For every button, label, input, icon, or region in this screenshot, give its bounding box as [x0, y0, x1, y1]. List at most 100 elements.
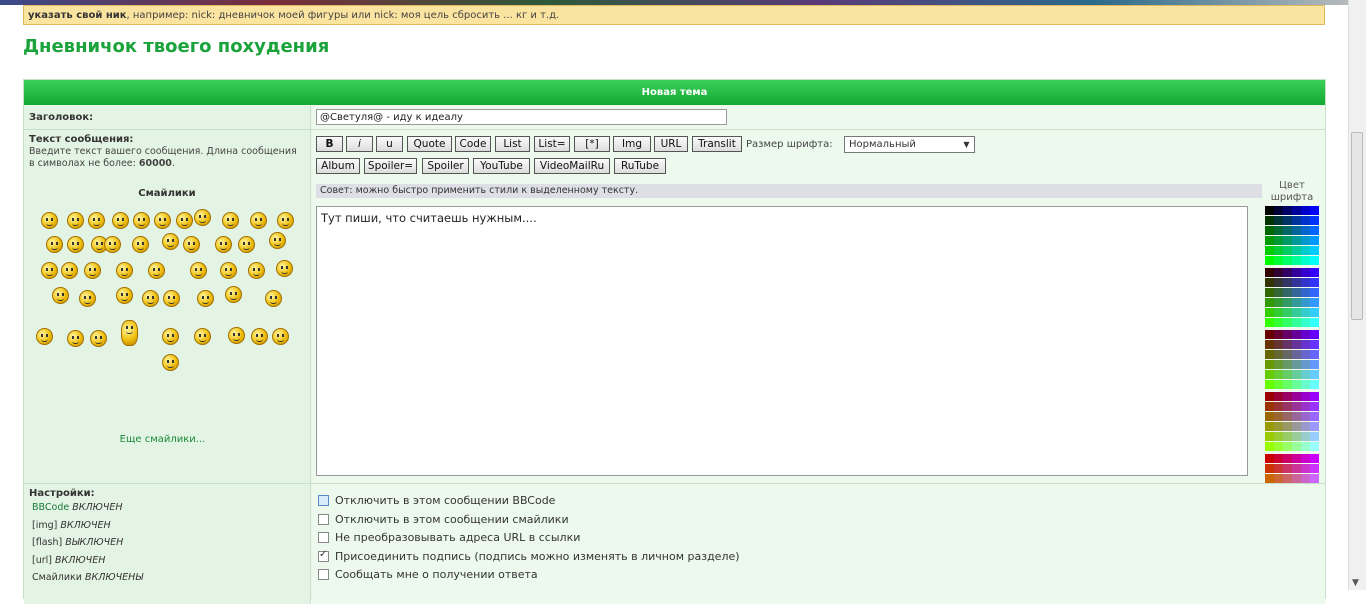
color-swatch[interactable] [1265, 288, 1274, 297]
translit-button[interactable]: Translit [692, 136, 742, 152]
underline-button[interactable]: u [376, 136, 403, 152]
smiley-icon[interactable] [46, 236, 63, 253]
color-swatch[interactable] [1301, 412, 1310, 421]
color-swatch[interactable] [1310, 370, 1319, 379]
color-swatch[interactable] [1265, 226, 1274, 235]
smiley-icon[interactable] [163, 290, 180, 307]
color-swatch[interactable] [1265, 380, 1274, 389]
color-swatch[interactable] [1301, 216, 1310, 225]
color-swatch[interactable] [1265, 422, 1274, 431]
color-swatch[interactable] [1283, 288, 1292, 297]
color-swatch[interactable] [1274, 380, 1283, 389]
color-swatch[interactable] [1292, 464, 1301, 473]
color-swatch[interactable] [1292, 474, 1301, 483]
smiley-icon[interactable] [194, 209, 211, 226]
color-swatch[interactable] [1301, 350, 1310, 359]
color-swatch[interactable] [1265, 236, 1274, 245]
spoiler-title-button[interactable]: Spoiler= [364, 158, 417, 174]
option-checkbox[interactable] [318, 532, 329, 543]
smiley-icon[interactable] [238, 236, 255, 253]
color-swatch[interactable] [1274, 206, 1283, 215]
color-swatch[interactable] [1292, 340, 1301, 349]
message-textarea[interactable]: Тут пиши, что считаешь нужным.... [316, 206, 1248, 476]
smiley-icon[interactable] [148, 262, 165, 279]
album-button[interactable]: Album [316, 158, 360, 174]
more-smileys-link[interactable]: Еще смайлики... [19, 434, 306, 445]
color-swatch[interactable] [1310, 308, 1319, 317]
color-swatch[interactable] [1292, 268, 1301, 277]
color-swatch[interactable] [1301, 432, 1310, 441]
color-swatch[interactable] [1292, 442, 1301, 451]
color-swatch[interactable] [1274, 370, 1283, 379]
smiley-icon[interactable] [194, 328, 211, 345]
color-swatch[interactable] [1292, 432, 1301, 441]
color-swatch[interactable] [1283, 236, 1292, 245]
color-swatch[interactable] [1274, 246, 1283, 255]
color-swatch[interactable] [1292, 236, 1301, 245]
color-swatch[interactable] [1283, 318, 1292, 327]
color-swatch[interactable] [1283, 432, 1292, 441]
color-swatch[interactable] [1301, 392, 1310, 401]
spoiler-button[interactable]: Spoiler [422, 158, 469, 174]
color-swatch[interactable] [1265, 464, 1274, 473]
color-swatch[interactable] [1310, 392, 1319, 401]
scrollbar-thumb[interactable] [1351, 132, 1363, 320]
color-swatch[interactable] [1301, 442, 1310, 451]
smiley-icon[interactable] [116, 287, 133, 304]
color-swatch[interactable] [1283, 308, 1292, 317]
list-button[interactable]: List [495, 136, 530, 152]
smiley-icon[interactable] [225, 286, 242, 303]
smiley-icon[interactable] [250, 212, 267, 229]
color-swatch[interactable] [1301, 206, 1310, 215]
font-size-select[interactable]: Нормальный ▼ [844, 136, 975, 153]
color-swatch[interactable] [1310, 226, 1319, 235]
color-swatch[interactable] [1310, 216, 1319, 225]
color-swatch[interactable] [1274, 278, 1283, 287]
color-swatch[interactable] [1310, 330, 1319, 339]
color-swatch[interactable] [1283, 226, 1292, 235]
smiley-icon[interactable] [67, 212, 84, 229]
color-swatch[interactable] [1292, 298, 1301, 307]
color-swatch[interactable] [1283, 402, 1292, 411]
smiley-icon[interactable] [79, 290, 96, 307]
color-swatch[interactable] [1265, 268, 1274, 277]
color-swatch[interactable] [1283, 370, 1292, 379]
color-swatch[interactable] [1274, 308, 1283, 317]
color-swatch[interactable] [1292, 392, 1301, 401]
smiley-icon[interactable] [61, 262, 78, 279]
color-swatch[interactable] [1265, 370, 1274, 379]
color-swatch[interactable] [1310, 278, 1319, 287]
color-swatch[interactable] [1283, 340, 1292, 349]
color-swatch[interactable] [1310, 206, 1319, 215]
color-swatch[interactable] [1274, 236, 1283, 245]
color-swatch[interactable] [1292, 422, 1301, 431]
color-swatch[interactable] [1265, 350, 1274, 359]
option-checkbox[interactable] [318, 569, 329, 580]
color-swatch[interactable] [1274, 422, 1283, 431]
color-swatch[interactable] [1283, 206, 1292, 215]
smiley-icon[interactable] [190, 262, 207, 279]
page-title[interactable]: Дневничок твоего похудения [23, 36, 329, 57]
color-swatch[interactable] [1292, 454, 1301, 463]
color-swatch[interactable] [1301, 298, 1310, 307]
smiley-icon[interactable] [162, 233, 179, 250]
color-swatch[interactable] [1265, 474, 1274, 483]
color-swatch[interactable] [1274, 392, 1283, 401]
color-swatch[interactable] [1265, 216, 1274, 225]
color-swatch[interactable] [1283, 256, 1292, 265]
option-checkbox[interactable] [318, 549, 329, 562]
color-swatch[interactable] [1301, 288, 1310, 297]
img-button[interactable]: Img [613, 136, 651, 152]
color-swatch[interactable] [1292, 256, 1301, 265]
color-swatch[interactable] [1265, 412, 1274, 421]
smiley-icon[interactable] [251, 328, 268, 345]
color-swatch[interactable] [1301, 402, 1310, 411]
color-swatch[interactable] [1265, 432, 1274, 441]
color-swatch[interactable] [1292, 412, 1301, 421]
color-swatch[interactable] [1274, 474, 1283, 483]
color-swatch[interactable] [1292, 246, 1301, 255]
color-swatch[interactable] [1310, 380, 1319, 389]
color-swatch[interactable] [1301, 330, 1310, 339]
color-swatch[interactable] [1301, 268, 1310, 277]
page-scrollbar[interactable]: ▼ [1348, 0, 1366, 590]
